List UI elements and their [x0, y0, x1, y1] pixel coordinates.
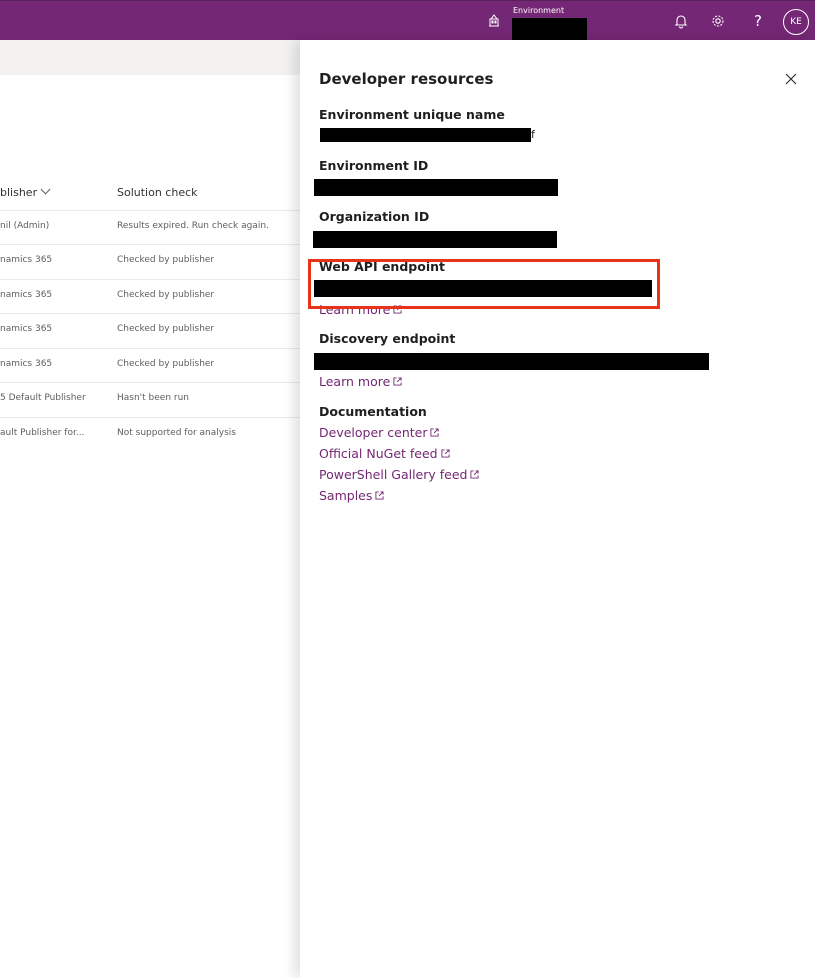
external-link-icon [393, 377, 402, 386]
panel-title: Developer resources [319, 70, 494, 88]
solutions-list: blisher Solution check nil (Admin) Resul… [0, 40, 300, 978]
help-icon[interactable]: ? [750, 13, 766, 29]
environment-id-label: Environment ID [319, 158, 429, 173]
close-icon[interactable] [784, 72, 798, 86]
cell-publisher: namics 365 [0, 359, 53, 369]
column-header-solution-check[interactable]: Solution check [117, 186, 198, 199]
avatar[interactable]: KE [783, 9, 809, 35]
discovery-endpoint-value [314, 353, 709, 370]
developer-resources-panel: Developer resources Environment unique n… [300, 40, 815, 978]
samples-link[interactable]: Samples [319, 488, 384, 503]
table-row[interactable]: 5 Default Publisher Hasn't been run [0, 382, 300, 416]
discovery-learn-more-label: Learn more [319, 374, 391, 389]
environment-icon[interactable] [486, 13, 502, 29]
environment-unique-name-suffix: f [531, 128, 535, 141]
nuget-feed-link[interactable]: Official NuGet feed [319, 446, 450, 461]
cell-solution-check: Checked by publisher [117, 290, 215, 300]
environment-selector[interactable] [512, 18, 587, 40]
discovery-learn-more-link[interactable]: Learn more [319, 374, 402, 389]
cell-solution-check: Checked by publisher [117, 359, 215, 369]
nuget-feed-label: Official NuGet feed [319, 446, 438, 461]
cell-publisher: namics 365 [0, 324, 53, 334]
environment-id-value [314, 179, 558, 196]
external-link-icon [430, 428, 440, 437]
organization-id-label: Organization ID [319, 209, 430, 224]
developer-center-label: Developer center [319, 425, 428, 440]
table-row[interactable]: namics 365 Checked by publisher [0, 348, 300, 382]
external-link-icon [375, 491, 384, 500]
cell-publisher: namics 365 [0, 290, 53, 300]
discovery-endpoint-label: Discovery endpoint [319, 331, 456, 346]
cell-publisher: 5 Default Publisher [0, 393, 86, 403]
cell-solution-check: Results expired. Run check again. [117, 221, 269, 231]
column-header-publisher-label: blisher [0, 186, 38, 199]
documentation-label: Documentation [319, 404, 427, 419]
organization-id-value [313, 231, 557, 248]
cell-solution-check: Not supported for analysis [117, 428, 236, 438]
cell-publisher: namics 365 [0, 255, 53, 265]
top-bar: Environment ? KE [0, 0, 815, 40]
chevron-down-icon [40, 184, 51, 195]
environment-label: Environment [513, 6, 565, 15]
table-row[interactable]: ault Publisher for... Not supported for … [0, 417, 300, 451]
cell-solution-check: Checked by publisher [117, 255, 215, 265]
gear-icon[interactable] [710, 13, 726, 29]
cell-solution-check: Checked by publisher [117, 324, 215, 334]
cell-publisher: ault Publisher for... [0, 428, 85, 438]
environment-unique-name-label: Environment unique name [319, 107, 505, 122]
external-link-icon [441, 449, 450, 458]
cell-solution-check: Hasn't been run [117, 393, 189, 403]
command-bar [0, 40, 300, 75]
column-header-publisher[interactable]: blisher [0, 184, 51, 199]
powershell-gallery-label: PowerShell Gallery feed [319, 467, 468, 482]
environment-unique-name-value [320, 128, 531, 142]
table-row[interactable]: namics 365 Checked by publisher [0, 279, 300, 313]
cell-publisher: nil (Admin) [0, 221, 50, 231]
external-link-icon [470, 470, 480, 479]
table-row[interactable]: namics 365 Checked by publisher [0, 244, 300, 278]
table-row[interactable]: namics 365 Checked by publisher [0, 313, 300, 347]
bell-icon[interactable] [673, 13, 689, 29]
table-row[interactable]: nil (Admin) Results expired. Run check a… [0, 210, 300, 244]
powershell-gallery-link[interactable]: PowerShell Gallery feed [319, 467, 480, 482]
developer-center-link[interactable]: Developer center [319, 425, 440, 440]
samples-label: Samples [319, 488, 373, 503]
web-api-highlight-box [308, 259, 660, 309]
